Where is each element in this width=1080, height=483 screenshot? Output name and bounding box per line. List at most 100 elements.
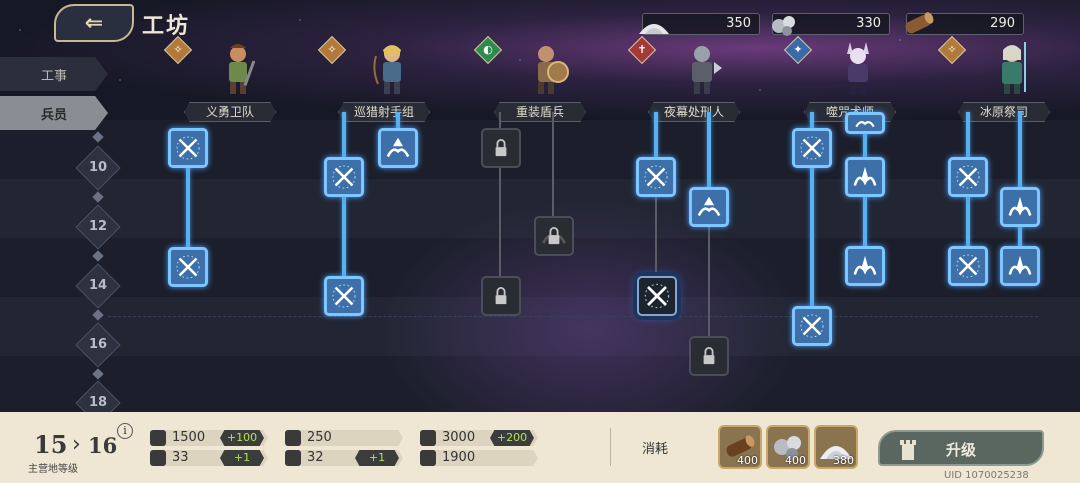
resource-value: 350 xyxy=(726,16,751,31)
lock-icon xyxy=(495,287,507,305)
class-badge-icon: ✦ xyxy=(783,35,813,65)
cost-iron-ore[interactable]: 400 xyxy=(766,425,810,469)
stat-bonus: +1 xyxy=(355,450,399,466)
wing-burst-icon xyxy=(1008,255,1032,275)
crossed-swords-icon xyxy=(332,284,356,308)
skill-node-sword[interactable] xyxy=(948,246,988,286)
resource-value: 290 xyxy=(990,16,1015,31)
back-arrow-icon: ⇐ xyxy=(84,10,104,36)
skill-node-wings[interactable] xyxy=(378,128,418,168)
upgrade-button[interactable]: 升级 xyxy=(878,430,1044,466)
info-icon[interactable]: i xyxy=(117,423,133,439)
hero-name: 巡猎射手组 xyxy=(338,102,430,122)
crossed-swords-icon xyxy=(956,254,980,278)
skill-node-sword[interactable] xyxy=(168,128,208,168)
class-badge-icon: ◐ xyxy=(473,35,503,65)
wing-arrow-icon xyxy=(697,196,721,217)
hero-name: 义勇卫队 xyxy=(184,102,276,122)
level-arrow-icon: › xyxy=(72,432,81,457)
crossed-swords-icon xyxy=(644,165,668,189)
skill-node-sword[interactable] xyxy=(636,157,676,197)
stat-vision: 1900 xyxy=(420,450,538,468)
skill-node-locked[interactable] xyxy=(534,216,574,256)
skill-node-wings[interactable] xyxy=(845,157,885,197)
skill-node-wings[interactable] xyxy=(689,187,729,227)
eye-icon xyxy=(420,450,436,466)
stat-bonus: +200 xyxy=(490,430,534,446)
skill-node-sword[interactable] xyxy=(168,247,208,287)
skill-node-sword[interactable] xyxy=(792,128,832,168)
user-id: UID 1070025238 xyxy=(944,470,1029,481)
class-badge-icon: ✧ xyxy=(937,35,967,65)
consume-label: 消耗 xyxy=(642,442,669,457)
crossed-swords-icon xyxy=(176,255,200,279)
cost-wood[interactable]: 400 xyxy=(718,425,762,469)
priest-sprite xyxy=(1002,42,1026,94)
skill-node-wings[interactable] xyxy=(1000,187,1040,227)
ranger-sprite xyxy=(373,45,401,94)
skill-node-wings[interactable] xyxy=(845,246,885,286)
current-level: 15 xyxy=(34,430,68,459)
tab-craft[interactable]: 工事 xyxy=(0,57,108,91)
stat-bonus: +1 xyxy=(220,450,264,466)
resource-wood[interactable]: 290 xyxy=(905,12,1024,35)
divider xyxy=(610,428,611,466)
hero-shield[interactable]: ◐ 重装盾兵 xyxy=(473,35,618,122)
lock-icon xyxy=(541,227,567,245)
skill-node-locked[interactable] xyxy=(481,128,521,168)
back-button[interactable]: ⇐ xyxy=(54,4,134,42)
militia-sprite xyxy=(229,44,256,94)
executioner-sprite xyxy=(692,46,722,94)
level-label: 主营地等级 xyxy=(28,464,78,475)
wing-burst-icon xyxy=(853,166,877,186)
skill-node-wings[interactable] xyxy=(1000,246,1040,286)
hero-ranger[interactable]: ✧ 巡猎射手组 xyxy=(317,35,462,122)
tree-background xyxy=(0,120,1080,412)
wing-burst-icon xyxy=(853,255,877,275)
path-line-locked xyxy=(708,208,710,356)
skill-node-sword[interactable] xyxy=(792,306,832,346)
hero-name: 夜幕处刑人 xyxy=(648,102,740,122)
hero-executioner[interactable]: ✝ 夜幕处刑人 xyxy=(627,35,772,122)
hero-militia[interactable]: ✧ 义勇卫队 xyxy=(163,35,308,122)
class-badge-icon: ✧ xyxy=(163,35,193,65)
sword-icon xyxy=(150,430,166,446)
class-badge-icon: ✧ xyxy=(317,35,347,65)
skill-node-sword[interactable] xyxy=(324,157,364,197)
wing-burst-icon xyxy=(1008,196,1032,216)
crossed-swords-icon xyxy=(644,283,670,309)
skill-node-locked[interactable] xyxy=(689,336,729,376)
skill-node-wings[interactable] xyxy=(845,112,885,134)
skill-node-locked[interactable] xyxy=(481,276,521,316)
upgrade-label: 升级 xyxy=(945,441,976,459)
class-badge-icon: ✝ xyxy=(627,35,657,65)
skill-node-selected[interactable] xyxy=(637,276,677,316)
crossed-swords-icon xyxy=(332,165,356,189)
crossed-swords-icon xyxy=(800,314,824,338)
hero-priest[interactable]: ✧ 冰原祭司 xyxy=(937,35,1080,122)
resource-iron-ore[interactable]: 330 xyxy=(772,13,890,36)
lock-icon xyxy=(495,139,507,157)
skill-node-sword[interactable] xyxy=(948,157,988,197)
hero-name: 重装盾兵 xyxy=(494,102,586,122)
hero-hexcaster[interactable]: ✦ 噬咒术师 xyxy=(783,35,928,122)
cost-silver-sand[interactable]: 380 xyxy=(814,425,858,469)
resource-silver-sand[interactable]: 350 xyxy=(639,13,760,35)
crossed-swords-icon xyxy=(800,136,824,160)
path-line xyxy=(342,112,346,296)
helmet-icon xyxy=(285,450,301,466)
hexcaster-sprite xyxy=(847,42,869,94)
tab-troops[interactable]: 兵员 xyxy=(0,96,108,130)
stat-defense: 250 xyxy=(285,430,403,448)
crossed-swords-icon xyxy=(176,136,200,160)
wing-arrow-icon xyxy=(386,137,410,158)
boot-icon xyxy=(150,450,166,466)
shield-icon xyxy=(285,430,301,446)
heart-icon xyxy=(420,430,436,446)
crossed-swords-icon xyxy=(956,165,980,189)
resource-value: 330 xyxy=(856,16,881,31)
hero-name: 冰原祭司 xyxy=(958,102,1050,122)
stat-bonus: +100 xyxy=(220,430,264,446)
current-level-line xyxy=(108,316,1038,317)
skill-node-sword[interactable] xyxy=(324,276,364,316)
